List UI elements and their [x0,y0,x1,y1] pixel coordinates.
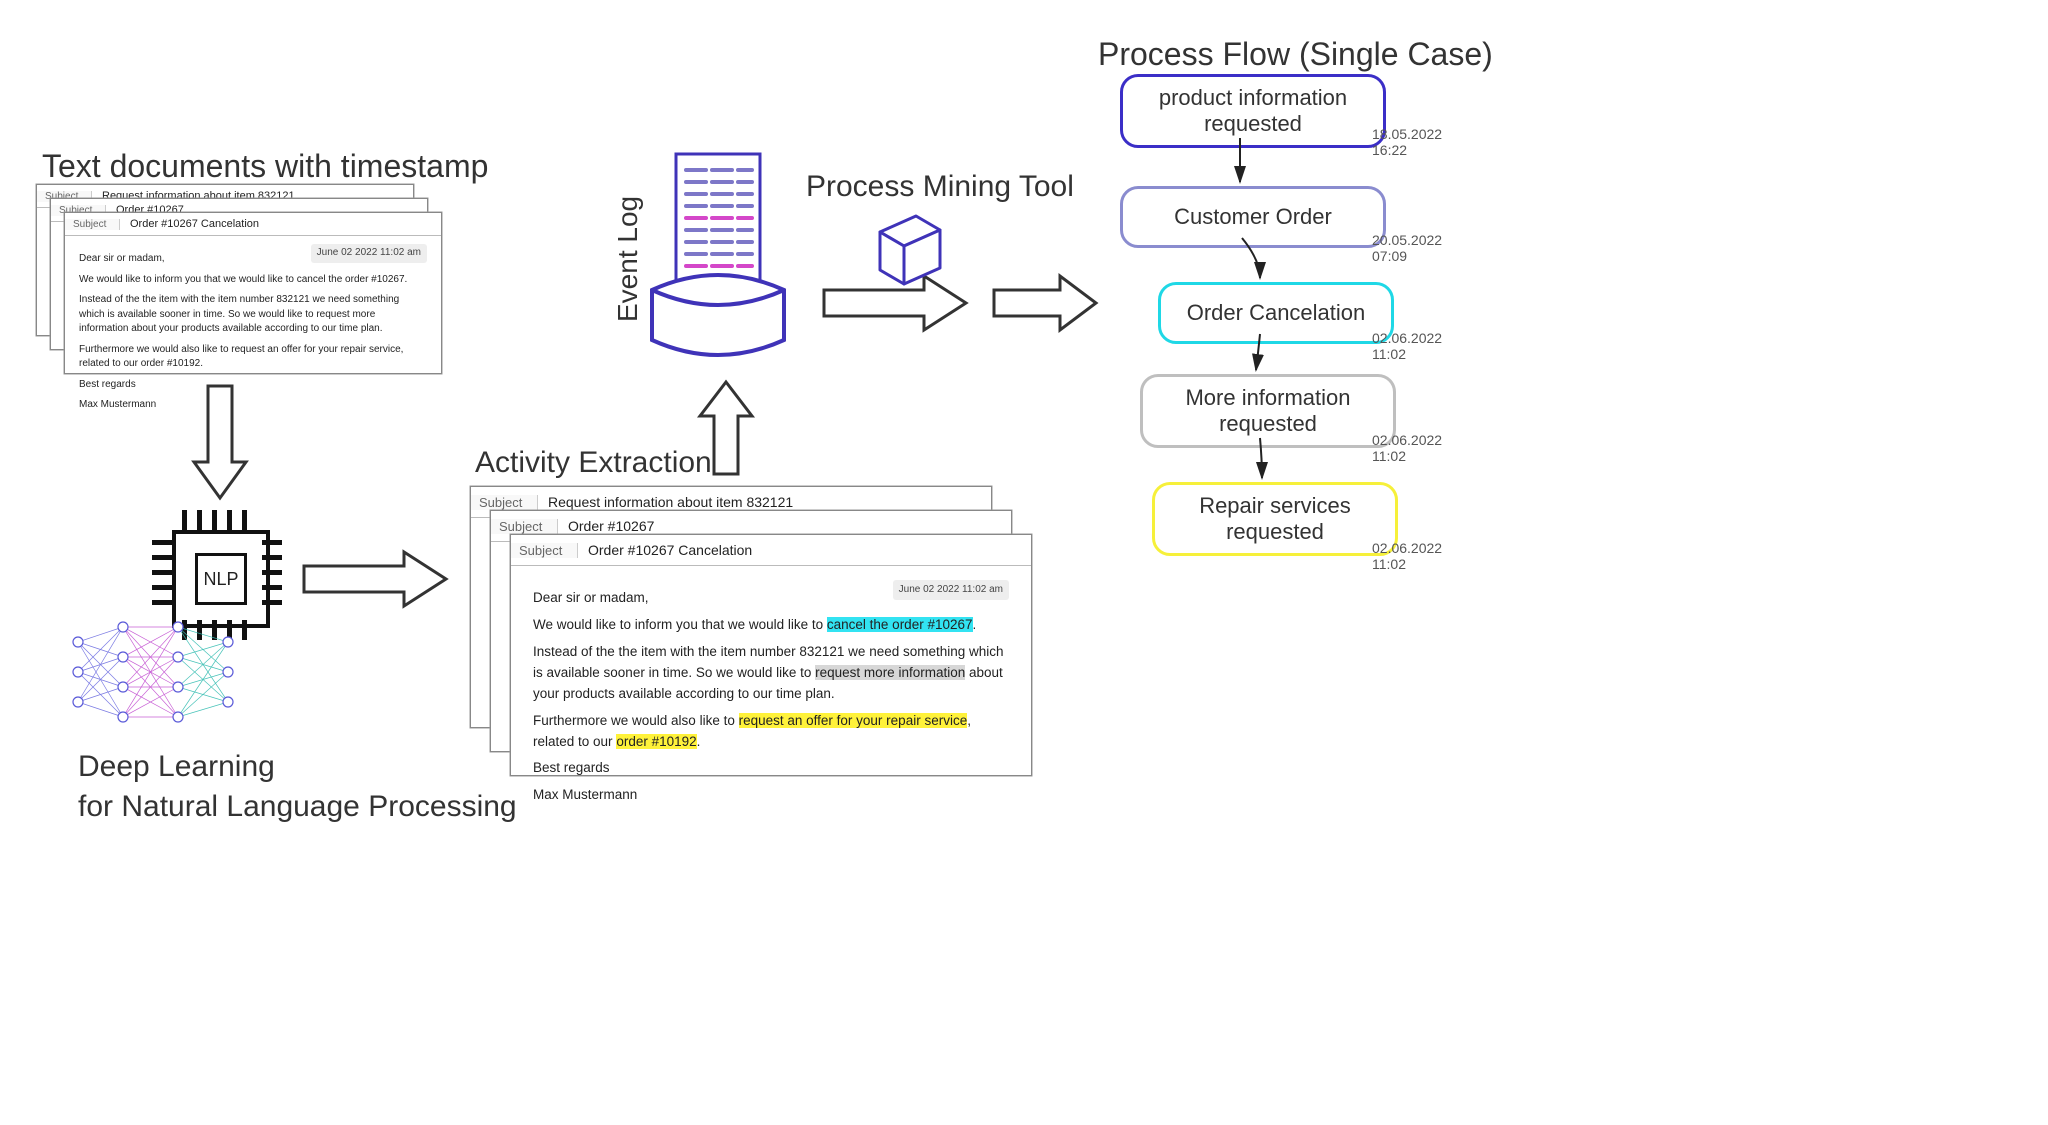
email-signature: Max Mustermann [79,398,427,413]
email-signature: Max Mustermann [533,785,1009,806]
email-subject: Request information about item 832121 [538,494,803,510]
email-timestamp: June 02 2022 11:02 am [893,580,1009,600]
title-process-flow: Process Flow (Single Case) [1098,36,1493,73]
arrow-right-icon [990,272,1100,334]
subject-field-label: Subject [511,543,578,558]
email-line-hl: Instead of the the item with the item nu… [533,642,1009,705]
process-flow-column: product information requested 18.05.2022… [1110,74,1470,594]
highlight-order-ref: order #10192 [616,734,696,749]
email-line: We would like to inform you that we woul… [79,273,427,288]
email-line-hl: We would like to inform you that we woul… [533,615,1009,636]
email-closing: Best regards [79,378,427,393]
email-subject: Order #10267 [558,518,664,534]
email-card-front: SubjectOrder #10267 Cancelation June 02 … [64,212,442,374]
flow-connectors [1110,74,1470,594]
email-card-front: SubjectOrder #10267 Cancelation June 02 … [510,534,1032,776]
diagram-canvas: Text documents with timestamp Deep Learn… [0,0,2048,1125]
highlight-cancel-order: cancel the order #10267 [827,617,973,632]
email-line: Furthermore we would also like to reques… [79,343,427,372]
email-closing: Best regards [533,758,1009,779]
arrow-right-icon [300,548,450,610]
arrow-up-icon [696,378,756,478]
title-deeplearning-l2: for Natural Language Processing [78,790,517,824]
email-subject: Order #10267 Cancelation [120,218,269,230]
title-process-mining-tool: Process Mining Tool [806,170,1074,204]
title-activity-extraction: Activity Extraction [475,446,712,480]
email-stack-extracted: SubjectRequest information about item 83… [470,486,1030,776]
title-deeplearning-l1: Deep Learning [78,750,275,784]
title-documents: Text documents with timestamp [42,148,488,185]
email-line-hl: Furthermore we would also like to reques… [533,711,1009,753]
highlight-repair-offer: request an offer for your repair service [739,713,968,728]
neural-net-icon [68,612,238,742]
subject-field-label: Subject [471,495,538,510]
subject-field-label: Subject [491,519,558,534]
email-line: Instead of the the item with the item nu… [79,293,427,337]
email-stack-small: SubjectRequest information about item 83… [36,184,436,374]
event-log-icon [636,150,796,370]
cube-icon [860,204,950,294]
email-timestamp: June 02 2022 11:02 am [311,244,427,263]
highlight-request-info: request more information [815,665,965,680]
email-subject: Order #10267 Cancelation [578,542,762,558]
subject-field-label: Subject [65,219,120,230]
arrow-down-icon [190,382,250,502]
chip-label: NLP [195,553,247,605]
